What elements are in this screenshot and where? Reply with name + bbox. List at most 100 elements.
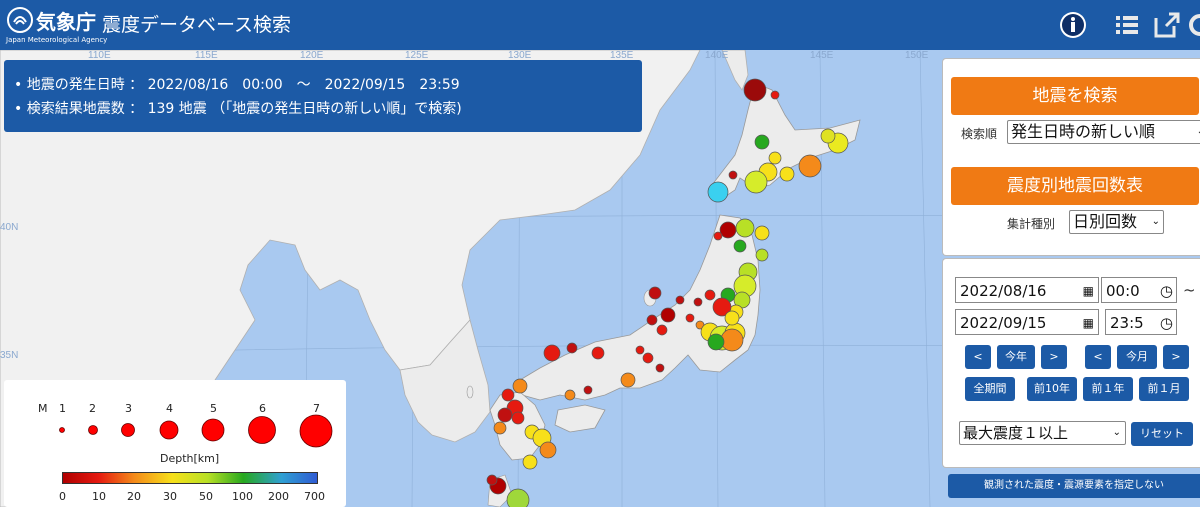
depth-tick: 0 <box>59 490 66 503</box>
epicenter-marker <box>755 248 769 262</box>
epicenter-marker <box>707 333 725 351</box>
clock-icon[interactable]: ◷ <box>1160 310 1173 336</box>
epicenter-marker <box>779 166 795 182</box>
search-panel: 地震を検索 検索順 発生日時の新しい順 ⌄ 震度別地震回数表 集計種別 日別回数… <box>942 58 1200 256</box>
range-tilde: ~ <box>1183 281 1196 299</box>
depth-tick: 700 <box>304 490 325 503</box>
chevron-down-icon: ⌄ <box>1197 121 1200 143</box>
epicenter-marker <box>744 170 768 194</box>
magnitude-circle <box>159 420 179 440</box>
result-count-text: • 検索結果地震数 ： 139 地震 （「地震の発生日時の新しい順」で検索) <box>14 101 462 117</box>
epicenter-marker <box>583 385 593 395</box>
start-time-input[interactable]: 00:0 ◷ <box>1101 277 1177 303</box>
max-intensity-select[interactable]: 最大震度１以上 ⌄ <box>959 421 1126 445</box>
start-time-value: 00:0 <box>1106 282 1140 300</box>
lon-label: 145E <box>810 50 834 61</box>
epicenter-marker <box>511 411 525 425</box>
this-month-button[interactable]: 今月 <box>1117 345 1157 369</box>
epicenter-marker <box>768 151 782 165</box>
epicenter-marker <box>543 344 561 362</box>
depth-label: Depth[km] <box>160 452 220 465</box>
epicenter-marker <box>685 313 695 323</box>
epicenter-marker <box>642 352 654 364</box>
depth-tick: 100 <box>232 490 253 503</box>
no-intensity-spec-button[interactable]: 観測された震度・震源要素を指定しない <box>948 474 1200 498</box>
epicenter-marker <box>820 128 836 144</box>
magnitude-circle <box>248 416 276 444</box>
aggregation-select[interactable]: 日別回数 ⌄ <box>1069 210 1164 234</box>
epicenter-marker <box>660 307 676 323</box>
chevron-down-icon: ⌄ <box>1151 216 1160 227</box>
agency-name: 気象庁 <box>36 10 96 34</box>
epicenter-marker <box>770 90 780 100</box>
prev-10-years-button[interactable]: 前10年 <box>1027 377 1077 401</box>
aggregation-label: 集計種別 <box>1007 217 1056 231</box>
epicenter-marker <box>743 78 767 102</box>
calendar-icon[interactable]: ▦ <box>1083 278 1094 304</box>
all-period-button[interactable]: 全期間 <box>965 377 1015 401</box>
epicenter-marker <box>646 314 658 326</box>
depth-tick: 30 <box>163 490 177 503</box>
epicenter-marker <box>564 389 576 401</box>
prev-1-month-button[interactable]: 前１月 <box>1139 377 1189 401</box>
page-title: 震度データベース検索 <box>102 14 292 36</box>
epicenter-marker <box>656 324 668 336</box>
clock-icon[interactable]: ◷ <box>1160 278 1173 304</box>
epicenter-marker <box>704 289 716 301</box>
epicenter-marker <box>522 454 538 470</box>
magnitude-circle <box>59 427 65 433</box>
agency-name-en: Japan Meteorological Agency <box>6 36 108 44</box>
epicenter-marker <box>539 441 557 459</box>
epicenter-marker <box>566 342 578 354</box>
depth-tick: 50 <box>199 490 213 503</box>
next-year-button[interactable]: > <box>1041 345 1067 369</box>
depth-tick: 20 <box>127 490 141 503</box>
epicenter-marker <box>754 225 770 241</box>
end-time-input[interactable]: 23:5 ◷ <box>1105 309 1177 335</box>
external-link-icon[interactable] <box>1152 10 1182 40</box>
end-date-value: 2022/09/15 <box>960 314 1047 332</box>
prev-year-button[interactable]: < <box>965 345 991 369</box>
magnitude-circle <box>201 418 225 442</box>
settings-icon[interactable] <box>1186 10 1200 40</box>
info-icon[interactable] <box>1058 10 1088 40</box>
sort-label: 検索順 <box>961 127 998 141</box>
depth-tick: 200 <box>268 490 289 503</box>
lat-label: 35N <box>0 350 18 361</box>
epicenter-marker <box>620 372 636 388</box>
epicenter-marker <box>719 221 737 239</box>
epicenter-marker <box>493 421 507 435</box>
sort-select[interactable]: 発生日時の新しい順 ⌄ <box>1007 120 1200 144</box>
epicenter-marker <box>693 297 703 307</box>
end-date-input[interactable]: 2022/09/15 ▦ <box>955 309 1099 335</box>
next-month-button[interactable]: > <box>1163 345 1189 369</box>
depth-color-bar <box>62 472 318 484</box>
list-icon[interactable] <box>1112 10 1142 40</box>
start-date-input[interactable]: 2022/08/16 ▦ <box>955 277 1099 303</box>
end-time-value: 23:5 <box>1110 314 1144 332</box>
period-text: • 地震の発生日時 ： 2022/08/16 00:00 ～ 2022/09/1… <box>14 77 460 93</box>
magnitude-circle <box>121 423 135 437</box>
reset-button[interactable]: リセット <box>1131 422 1193 446</box>
prev-month-button[interactable]: < <box>1085 345 1111 369</box>
epicenter-marker <box>506 488 530 507</box>
search-result-summary: • 地震の発生日時 ： 2022/08/16 00:00 ～ 2022/09/1… <box>4 60 642 132</box>
epicenter-marker <box>798 154 822 178</box>
epicenter-marker <box>655 363 665 373</box>
lon-label: 140E <box>705 50 729 61</box>
intensity-count-table-button[interactable]: 震度別地震回数表 <box>951 167 1199 205</box>
epicenter-marker <box>635 345 645 355</box>
calendar-icon[interactable]: ▦ <box>1083 310 1094 336</box>
aggregation-select-value: 日別回数 <box>1073 212 1138 231</box>
lon-label: 150E <box>905 50 929 61</box>
prev-1-year-button[interactable]: 前１年 <box>1083 377 1133 401</box>
search-earthquake-button[interactable]: 地震を検索 <box>951 77 1199 115</box>
epicenter-marker <box>591 346 605 360</box>
start-date-value: 2022/08/16 <box>960 282 1047 300</box>
lat-label: 40N <box>0 222 18 233</box>
epicenter-marker <box>501 388 515 402</box>
epicenter-marker <box>713 231 723 241</box>
jma-logo-icon <box>7 7 33 33</box>
this-year-button[interactable]: 今年 <box>997 345 1035 369</box>
epicenter-marker <box>648 286 662 300</box>
